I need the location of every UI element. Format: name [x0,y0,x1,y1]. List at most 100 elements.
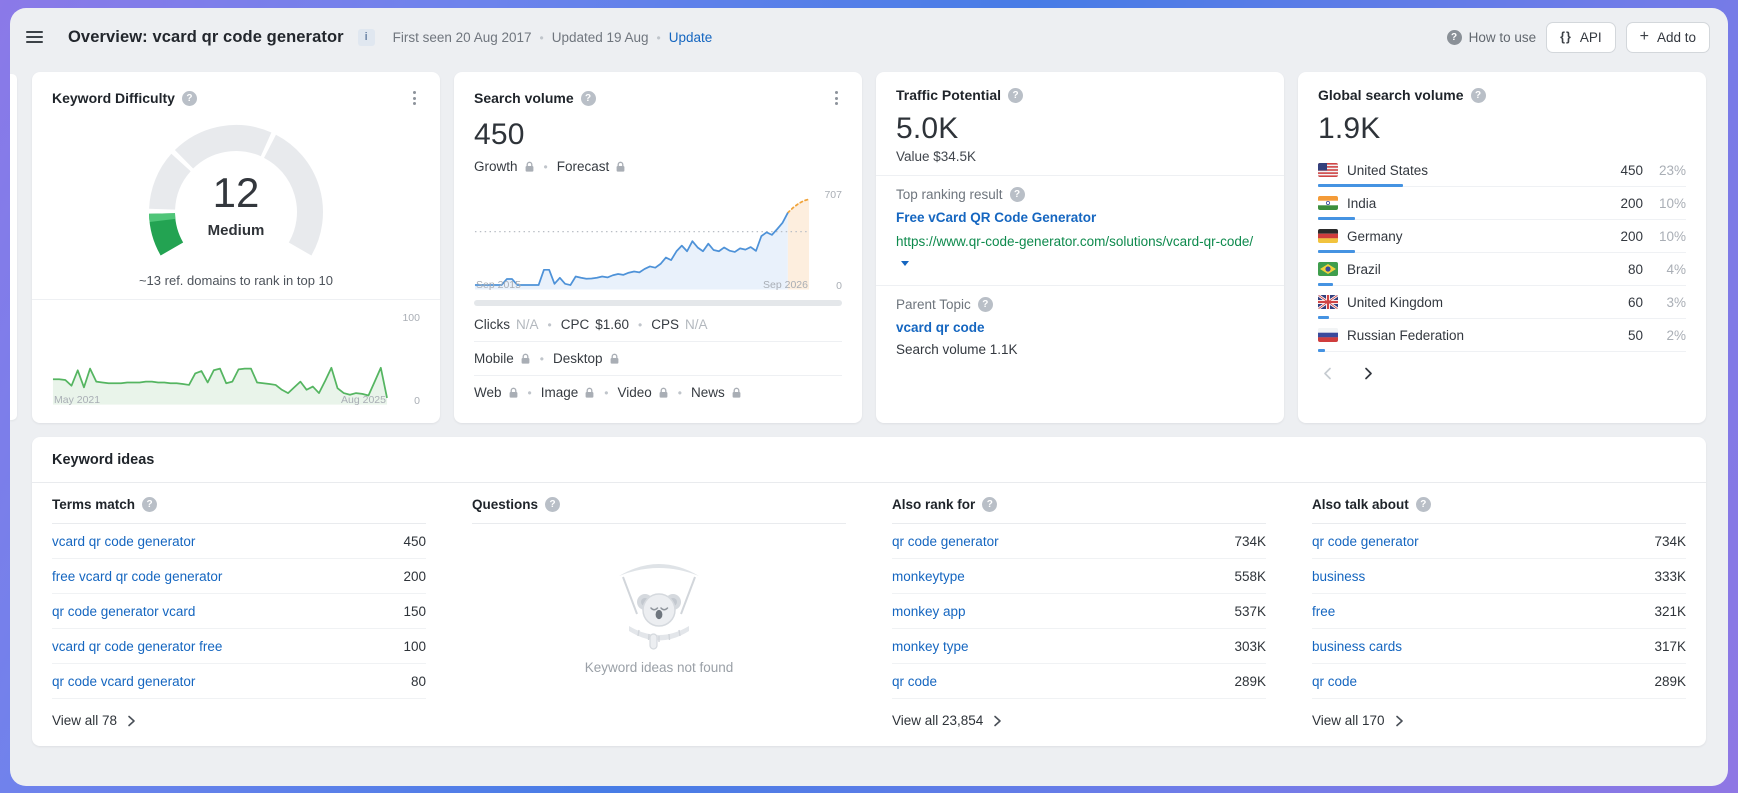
forecast-locked-toggle[interactable]: Forecast [557,159,627,174]
search-volume-chart: Sep 2015 Sep 2026 707 0 [474,188,842,292]
view-all-link[interactable]: View all 78 [52,699,426,728]
keyword-link[interactable]: qr code vcard generator [52,674,411,689]
info-icon[interactable]: i [358,29,375,46]
search-volume-trend-line [474,188,810,292]
empty-state: Keyword ideas not found [472,524,846,700]
country-percent: 4% [1652,262,1686,277]
top-ranking-result-url[interactable]: https://www.qr-code-generator.com/soluti… [896,232,1264,274]
kebab-menu-button[interactable] [409,87,420,109]
help-icon[interactable]: ? [1471,88,1486,103]
keyword-link[interactable]: monkey app [892,604,1234,619]
country-row[interactable]: India20010% [1318,187,1686,220]
chevron-right-icon [993,715,1002,727]
country-row[interactable]: Brazil804% [1318,253,1686,286]
help-icon[interactable]: ? [1416,497,1431,512]
keyword-ideas-panel: Keyword ideas Terms match?vcard qr code … [32,437,1706,746]
keyword-link[interactable]: vcard qr code generator [52,534,403,549]
country-row[interactable]: Germany20010% [1318,220,1686,253]
keyword-link[interactable]: monkeytype [892,569,1234,584]
global-volume-value: 1.9K [1318,112,1686,146]
kd-history-sparkline [52,311,388,407]
keyword-link[interactable]: qr code generator [1312,534,1654,549]
help-icon[interactable]: ? [982,497,997,512]
keyword-row: vcard qr code generator450 [52,524,426,559]
view-all-link[interactable]: View all 170 [1312,699,1686,728]
keyword-row: business333K [1312,559,1686,594]
keyword-link[interactable]: free [1312,604,1654,619]
video-locked-toggle[interactable]: Video [617,385,668,400]
keyword-volume: 321K [1654,604,1686,619]
traffic-potential-value: 5.0K [896,112,1264,146]
prev-page-button[interactable] [1321,365,1334,382]
ru-flag-icon [1318,328,1338,342]
lock-icon [520,353,531,365]
next-page-button[interactable] [1362,365,1375,382]
chart-scrollbar[interactable] [474,300,842,306]
country-row[interactable]: United States45023% [1318,154,1686,187]
plus-icon: + [1640,29,1649,45]
ideas-column-header: Also rank for? [892,483,1266,524]
hamburger-menu-button[interactable] [26,22,56,52]
top-ranking-result-link[interactable]: Free vCard QR Code Generator [896,210,1264,225]
keyword-ideas-title: Keyword ideas [32,437,1706,483]
bullet-separator [657,30,661,45]
empty-state-text: Keyword ideas not found [585,660,734,675]
how-to-use-button[interactable]: ? How to use [1447,30,1537,45]
help-icon[interactable]: ? [581,91,596,106]
country-volume: 80 [1628,262,1643,277]
keyword-link[interactable]: free vcard qr code generator [52,569,403,584]
keyword-link[interactable]: qr code generator [892,534,1234,549]
country-volume: 450 [1620,163,1643,178]
help-icon[interactable]: ? [182,91,197,106]
keyword-volume: 100 [403,639,426,654]
topbar-actions: ? How to use {} API + Add to [1447,22,1710,53]
news-locked-toggle[interactable]: News [691,385,742,400]
kd-difficulty-label: Medium [130,222,342,239]
image-locked-toggle[interactable]: Image [541,385,596,400]
country-row[interactable]: United Kingdom603% [1318,286,1686,319]
keyword-link[interactable]: monkey type [892,639,1234,654]
help-icon[interactable]: ? [545,497,560,512]
keyword-link[interactable]: qr code [892,674,1234,689]
url-expand-caret-icon[interactable] [901,261,909,266]
clicks-metric: Clicks N/A [474,317,539,332]
country-row[interactable]: Russian Federation502% [1318,319,1686,352]
country-volume: 200 [1620,196,1643,211]
web-locked-toggle[interactable]: Web [474,385,519,400]
y-axis-min-label: 0 [414,395,420,407]
add-to-button[interactable]: + Add to [1626,22,1710,53]
keyword-link[interactable]: business cards [1312,639,1654,654]
keyword-volume: 289K [1234,674,1266,689]
api-button[interactable]: {} API [1546,22,1616,53]
keyword-row: qr code vcard generator80 [52,664,426,699]
view-all-link[interactable]: View all 23,854 [892,699,1266,728]
kd-ref-domains-note: ~13 ref. domains to rank in top 10 [52,273,420,288]
update-link[interactable]: Update [669,30,713,45]
help-icon[interactable]: ? [1010,187,1025,202]
country-name: Germany [1347,229,1611,244]
keyword-volume: 558K [1234,569,1266,584]
keyword-link[interactable]: vcard qr code generator free [52,639,403,654]
mobile-locked-toggle[interactable]: Mobile [474,351,531,366]
ideas-column: Also rank for?qr code generator734Kmonke… [892,483,1266,728]
countries-pagination [1318,365,1686,382]
ideas-column: Questions? Keyword ideas not found [472,483,846,728]
growth-locked-toggle[interactable]: Growth [474,159,535,174]
lock-icon [508,387,519,399]
ideas-column-header: Questions? [472,483,846,524]
keyword-row: qr code289K [892,664,1266,699]
country-percent: 3% [1652,295,1686,310]
help-icon[interactable]: ? [142,497,157,512]
de-flag-icon [1318,229,1338,243]
parent-topic-link[interactable]: vcard qr code [896,320,1264,335]
desktop-locked-toggle[interactable]: Desktop [553,351,620,366]
question-circle-icon: ? [1447,30,1462,45]
keyword-link[interactable]: qr code [1312,674,1654,689]
keyword-link[interactable]: business [1312,569,1654,584]
kebab-menu-button[interactable] [831,87,842,109]
ideas-column: Also talk about?qr code generator734Kbus… [1312,483,1686,728]
help-icon[interactable]: ? [978,297,993,312]
help-icon[interactable]: ? [1008,88,1023,103]
keyword-link[interactable]: qr code generator vcard [52,604,403,619]
country-volume: 60 [1628,295,1643,310]
